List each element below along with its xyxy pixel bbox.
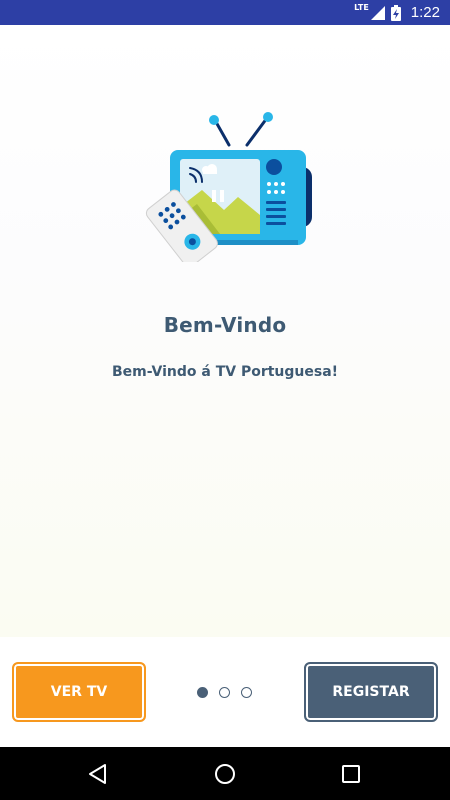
page-indicator [197,687,252,698]
status-time: 1:22 [410,4,440,21]
lte-label: LTE [354,3,369,12]
battery-icon [390,4,401,21]
registar-button[interactable]: REGISTAR [304,662,438,722]
page-dot[interactable] [219,687,230,698]
page-dot[interactable] [241,687,252,698]
signal-icon [370,5,385,20]
welcome-page: Bem-Vindo Bem-Vindo á TV Portuguesa! [0,25,450,637]
page-dot[interactable] [197,687,208,698]
ver-tv-button[interactable]: VER TV [12,662,146,722]
navigation-bar [0,747,450,800]
welcome-title: Bem-Vindo [163,313,287,337]
back-icon[interactable] [86,762,110,786]
recents-icon[interactable] [339,762,363,786]
bottom-action-bar: VER TV REGISTAR [0,637,450,747]
home-icon[interactable] [213,762,237,786]
welcome-subtitle: Bem-Vindo á TV Portuguesa! [111,364,339,380]
tv-illustration-icon [145,112,312,262]
status-bar: LTE 1:22 [0,0,450,25]
